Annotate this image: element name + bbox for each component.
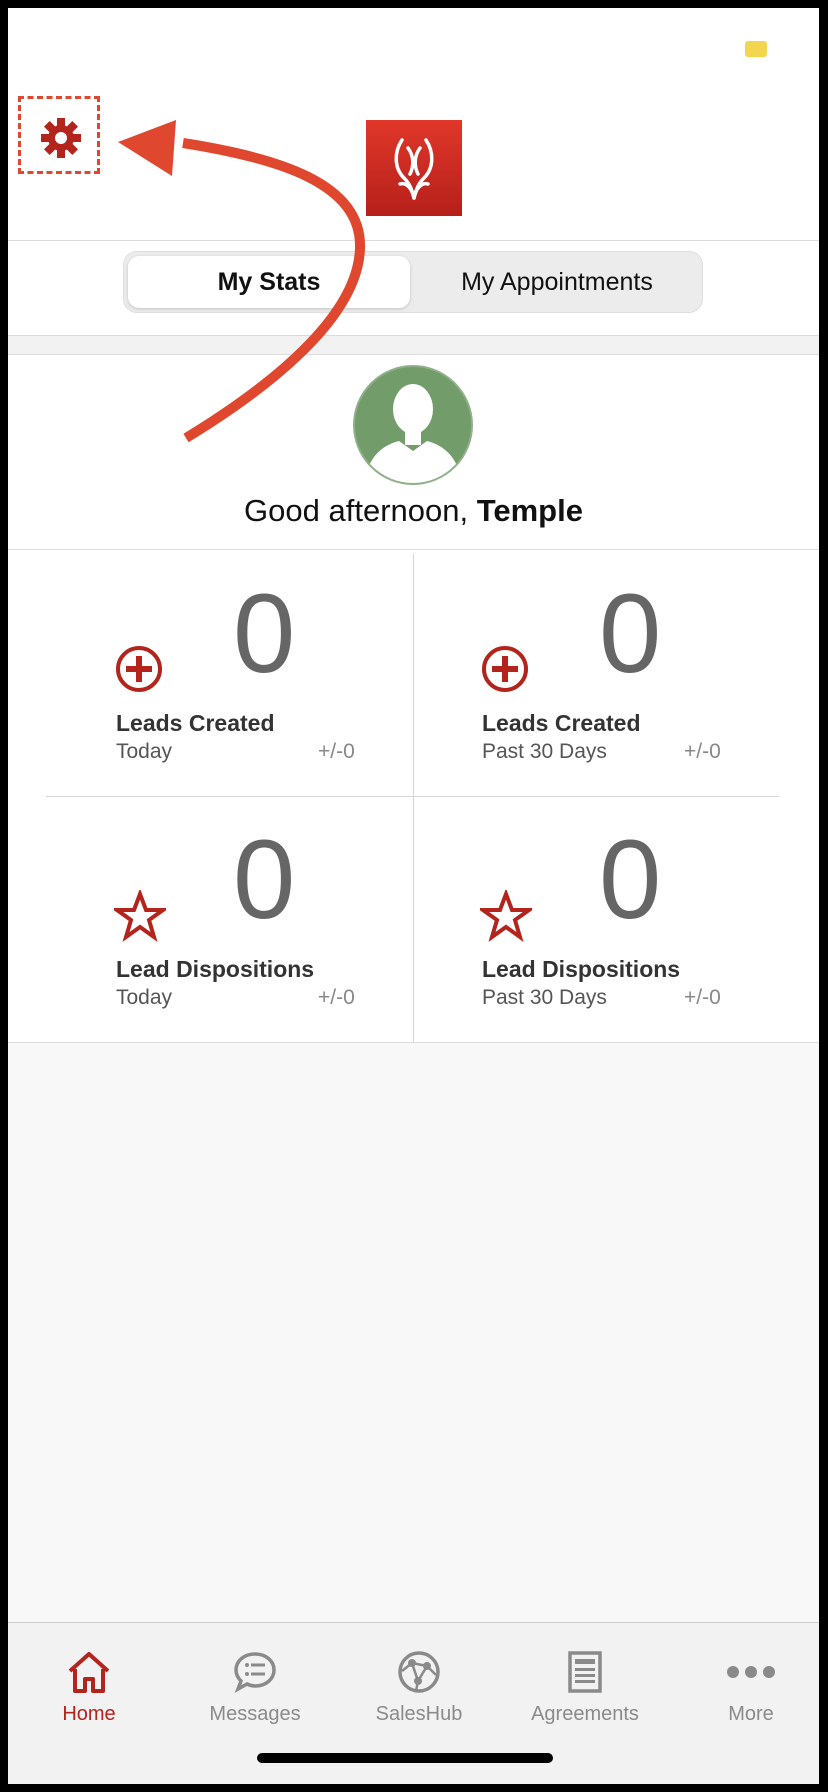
app-screen: My Stats My Appointments Good afternoon,… xyxy=(8,8,819,1784)
stat-value: 0 xyxy=(599,571,662,696)
greeting: Good afternoon, Temple xyxy=(8,493,819,529)
stat-label: Lead Dispositions xyxy=(116,956,315,982)
stat-label: Leads Created xyxy=(116,710,275,736)
stat-value: 0 xyxy=(233,571,296,696)
chat-icon xyxy=(234,1652,276,1693)
greeting-prefix: Good afternoon, xyxy=(244,493,477,528)
person-icon xyxy=(365,384,461,483)
tab-label: Agreements xyxy=(531,1703,639,1725)
divider-strip xyxy=(8,336,819,355)
tab-label: Home xyxy=(62,1703,116,1725)
star-icon xyxy=(480,890,532,942)
tab-label: Messages xyxy=(209,1703,301,1725)
tab-agreements[interactable]: Agreements xyxy=(504,1623,666,1743)
tab-label: SalesHub xyxy=(375,1703,463,1725)
stat-card-dispositions-today[interactable]: 0 Lead Dispositions Today +/-0 xyxy=(18,796,378,1036)
avatar[interactable] xyxy=(353,365,473,485)
tab-my-appointments[interactable]: My Appointments xyxy=(414,256,700,308)
home-indicator[interactable] xyxy=(257,1753,553,1763)
stat-value: 0 xyxy=(599,817,662,942)
tab-home[interactable]: Home xyxy=(8,1623,170,1743)
stat-card-dispositions-30days[interactable]: 0 Lead Dispositions Past 30 Days +/-0 xyxy=(384,796,744,1036)
stat-delta: +/-0 xyxy=(684,740,721,763)
globe-icon xyxy=(398,1651,440,1693)
profile-section: Good afternoon, Temple xyxy=(8,355,819,550)
stat-label: Leads Created xyxy=(482,710,641,736)
plus-circle-icon xyxy=(116,646,162,692)
tab-more[interactable]: More xyxy=(670,1623,819,1743)
segment-bar: My Stats My Appointments xyxy=(8,241,819,336)
stat-card-leads-30days[interactable]: 0 Leads Created Past 30 Days +/-0 xyxy=(384,550,744,790)
brand-logo xyxy=(366,120,462,216)
stat-card-leads-today[interactable]: 0 Leads Created Today +/-0 xyxy=(18,550,378,790)
tab-messages[interactable]: Messages xyxy=(174,1623,336,1743)
settings-button[interactable] xyxy=(18,96,100,174)
stat-value: 0 xyxy=(233,817,296,942)
stat-delta: +/-0 xyxy=(318,986,355,1009)
home-icon xyxy=(68,1652,110,1693)
more-icon xyxy=(727,1666,775,1678)
plus-circle-icon xyxy=(482,646,528,692)
stat-period: Today xyxy=(116,740,173,763)
segmented-control: My Stats My Appointments xyxy=(123,251,703,313)
stat-delta: +/-0 xyxy=(684,986,721,1009)
status-indicator xyxy=(745,41,767,57)
stat-period: Past 30 Days xyxy=(482,986,607,1009)
document-icon xyxy=(568,1651,602,1693)
stat-label: Lead Dispositions xyxy=(482,956,681,982)
star-icon xyxy=(114,890,166,942)
header xyxy=(8,8,819,241)
gear-icon xyxy=(41,118,81,158)
tab-my-stats[interactable]: My Stats xyxy=(128,256,410,308)
tab-label: More xyxy=(728,1703,774,1725)
stat-delta: +/-0 xyxy=(318,740,355,763)
stats-grid: 0 Leads Created Today +/-0 0 Leads Creat… xyxy=(8,550,819,1043)
tab-saleshub[interactable]: SalesHub xyxy=(338,1623,500,1743)
brand-logo-icon xyxy=(394,138,434,200)
stat-period: Today xyxy=(116,986,173,1009)
user-name: Temple xyxy=(476,493,583,528)
stat-period: Past 30 Days xyxy=(482,740,607,763)
